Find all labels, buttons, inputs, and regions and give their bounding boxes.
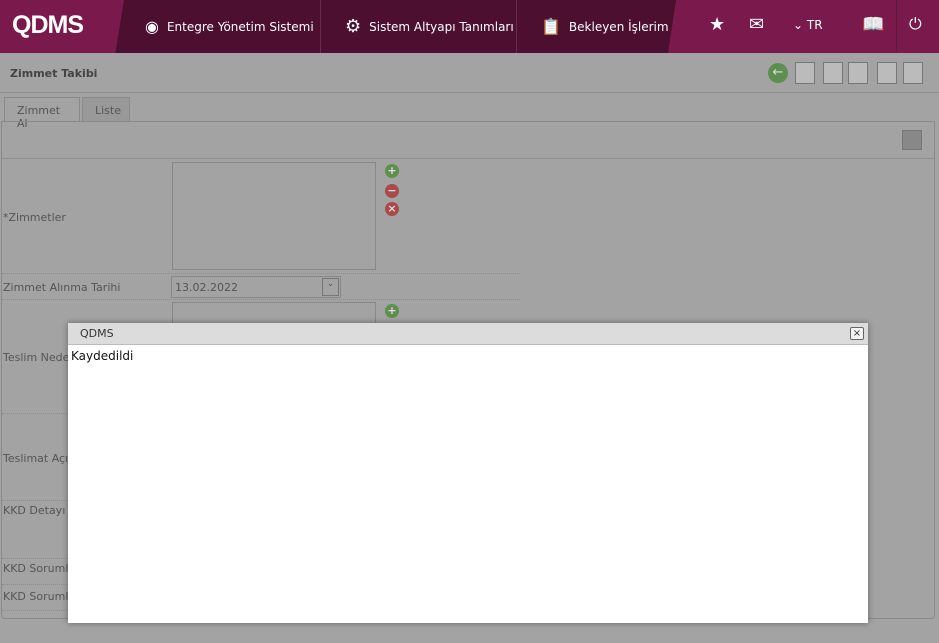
nav-bekleyen[interactable]: 📋 Bekleyen İşlerim (517, 0, 677, 53)
language-select[interactable]: ⌄ TR (793, 18, 823, 32)
language-label: TR (806, 18, 823, 32)
manual-book-icon[interactable]: 📖 (862, 14, 884, 35)
chevron-down-icon[interactable]: ⌄ (322, 278, 339, 296)
label-teslim-neden: Teslim Neden (3, 351, 77, 364)
label-kkd-sorumlu: KKD Sorumlu (3, 562, 76, 575)
nav-entegre[interactable]: ◉ Entegre Yönetim Sistemi (121, 0, 321, 53)
label-zimmet-alinma-tarihi: Zimmet Alınma Tarihi (3, 281, 121, 294)
label-kkd-sorumlu-2: KKD Sorumlu (3, 590, 76, 603)
label-teslimat-aciklama: Teslimat Açıkl (3, 452, 78, 465)
star-icon[interactable]: ★ (709, 14, 725, 35)
nav-label: Bekleyen İşlerim (568, 19, 669, 34)
q-circle-icon: ◉ (145, 17, 159, 36)
page-title: Zimmet Takibi (10, 67, 98, 80)
date-input[interactable]: 13.02.2022 ⌄ (171, 276, 341, 298)
nav-sistem[interactable]: ⚙ Sistem Altyapı Tanımları (321, 0, 517, 53)
mail-icon[interactable]: ✉ (749, 14, 764, 35)
message-dialog: QDMS × Kaydedildi (68, 323, 868, 623)
tab-liste[interactable]: Liste (82, 97, 130, 121)
date-value: 13.02.2022 (175, 281, 238, 294)
edit-icon[interactable] (903, 62, 923, 84)
remove-icon[interactable]: − (385, 184, 399, 198)
label-kkd-detayi: KKD Detayı (3, 504, 66, 517)
power-icon[interactable]: ⏻ (909, 14, 922, 34)
label-zimmetler: *Zimmetler (3, 211, 66, 224)
binoculars-icon[interactable] (795, 62, 815, 84)
clipboard-icon: 📋 (541, 17, 561, 36)
gear-icon: ⚙ (345, 16, 362, 37)
dialog-title: QDMS (68, 323, 868, 345)
tab-zimmet-al[interactable]: Zimmet Al (4, 97, 80, 130)
nav-label: Entegre Yönetim Sistemi (166, 19, 314, 34)
nav-label: Sistem Altyapı Tanımları (369, 19, 514, 34)
dialog-message: Kaydedildi (71, 349, 134, 363)
list-icon[interactable] (823, 62, 843, 84)
back-icon[interactable]: ← (768, 63, 788, 83)
qdms-logo[interactable]: QDMS (12, 11, 84, 40)
add-icon[interactable]: + (385, 164, 399, 178)
save-icon[interactable] (902, 130, 922, 150)
clear-icon[interactable]: × (385, 202, 399, 216)
zimmetler-list[interactable] (172, 162, 376, 270)
xls-export-icon[interactable] (877, 62, 897, 84)
close-icon[interactable]: × (850, 327, 864, 340)
pdf-export-icon[interactable] (848, 62, 868, 84)
add-icon[interactable]: + (385, 304, 399, 318)
top-header: QDMS ◉ Entegre Yönetim Sistemi ⚙ Sistem Al… (0, 0, 939, 53)
